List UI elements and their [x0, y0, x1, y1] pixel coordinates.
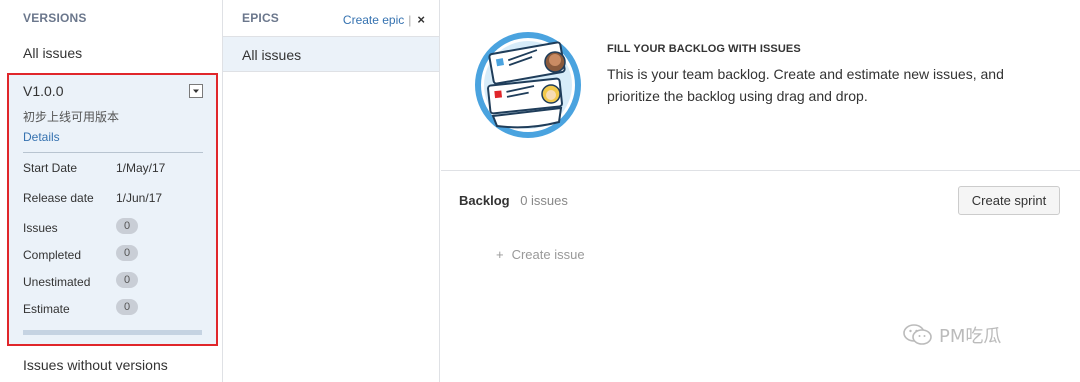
- create-epic-link[interactable]: Create epic: [343, 13, 404, 27]
- plus-icon: +: [496, 247, 504, 262]
- stat-row-unestimated: Unestimated 0: [23, 267, 203, 294]
- release-date-row: Release date 1/Jun/17: [23, 183, 203, 213]
- stat-label: Issues: [23, 221, 58, 235]
- backlog-header: Backlog 0 issues: [459, 193, 568, 208]
- create-sprint-button[interactable]: Create sprint: [958, 186, 1060, 215]
- release-date-label: Release date: [23, 191, 94, 205]
- stat-row-estimate: Estimate 0: [23, 294, 203, 321]
- version-details-link[interactable]: Details: [23, 130, 203, 144]
- watermark: PM吃瓜: [903, 322, 1001, 348]
- epics-panel: EPICS Create epic | × All issues: [223, 0, 440, 382]
- backlog-title: Backlog: [459, 193, 510, 208]
- banner-title: FILL YOUR BACKLOG WITH ISSUES: [607, 43, 801, 55]
- wechat-icon: [903, 324, 932, 345]
- start-date-label: Start Date: [23, 161, 78, 175]
- create-issue-link[interactable]: + Create issue: [496, 247, 585, 262]
- backlog-main: FILL YOUR BACKLOG WITH ISSUES This is yo…: [441, 0, 1080, 382]
- stat-label: Estimate: [23, 302, 70, 316]
- stat-row-issues: Issues 0: [23, 213, 203, 240]
- watermark-text: PM吃瓜: [939, 326, 1002, 347]
- start-date-value: 1/May/17: [116, 161, 166, 175]
- version-dropdown-icon[interactable]: [189, 84, 203, 98]
- issues-without-versions[interactable]: Issues without versions: [0, 348, 222, 382]
- version-name: V1.0.0: [23, 83, 64, 99]
- stat-badge: 0: [116, 299, 138, 315]
- stat-label: Unestimated: [23, 275, 91, 289]
- banner-body: This is your team backlog. Create and es…: [607, 66, 1004, 104]
- version-card[interactable]: V1.0.0 初步上线可用版本 Details Start Date 1/May…: [7, 73, 218, 346]
- version-progress-bar: [23, 330, 202, 335]
- backlog-issue-count: 0 issues: [520, 193, 568, 208]
- stat-row-completed: Completed 0: [23, 240, 203, 267]
- close-icon[interactable]: ×: [417, 12, 425, 27]
- versions-all-issues[interactable]: All issues: [0, 36, 222, 70]
- stat-badge: 0: [116, 272, 138, 288]
- release-date-value: 1/Jun/17: [116, 191, 163, 205]
- versions-header: VERSIONS: [23, 11, 87, 25]
- versions-panel: VERSIONS All issues V1.0.0 初步上线可用版本 Deta…: [0, 0, 223, 382]
- banner-text: FILL YOUR BACKLOG WITH ISSUES This is yo…: [607, 43, 1047, 107]
- stat-label: Completed: [23, 248, 82, 262]
- epics-all-issues[interactable]: All issues: [223, 36, 439, 72]
- epics-actions: Create epic | ×: [343, 12, 425, 27]
- empty-backlog-banner: FILL YOUR BACKLOG WITH ISSUES This is yo…: [441, 0, 1080, 171]
- stat-badge: 0: [116, 218, 138, 234]
- separator: |: [408, 12, 412, 27]
- start-date-row: Start Date 1/May/17: [23, 153, 203, 183]
- stat-badge: 0: [116, 245, 138, 261]
- backlog-illustration-icon: [475, 32, 581, 138]
- create-issue-label: Create issue: [511, 247, 585, 262]
- version-description: 初步上线可用版本: [23, 110, 120, 124]
